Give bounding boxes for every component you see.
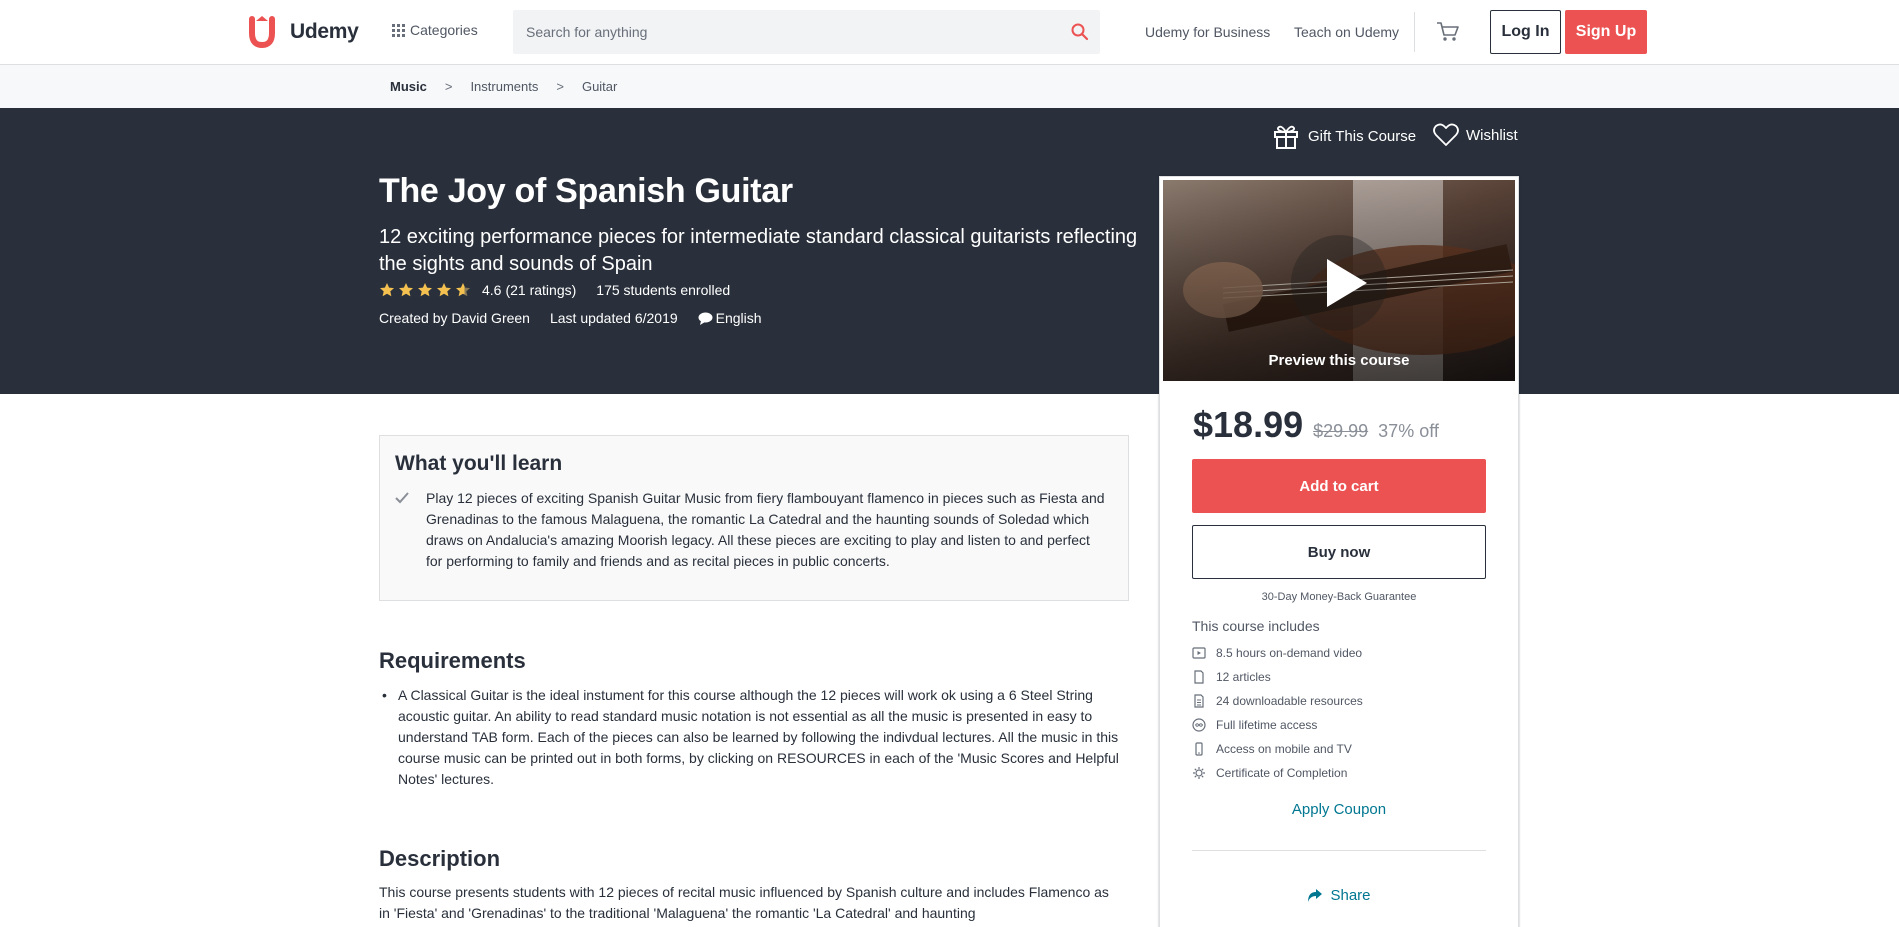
include-item: Full lifetime access bbox=[1192, 713, 1363, 737]
include-item: Access on mobile and TV bbox=[1192, 737, 1363, 761]
breadcrumb: Music > Instruments > Guitar bbox=[390, 79, 617, 94]
star-icon bbox=[437, 283, 451, 297]
rating-value: 4.6 bbox=[482, 282, 502, 298]
include-label: Full lifetime access bbox=[1216, 718, 1318, 732]
money-back-guarantee: 30-Day Money-Back Guarantee bbox=[1261, 591, 1417, 603]
mobile-icon bbox=[1195, 742, 1203, 756]
breadcrumb-item-instruments[interactable]: Instruments bbox=[470, 79, 538, 94]
add-to-cart-button[interactable]: Add to cart bbox=[1192, 459, 1486, 513]
header-divider bbox=[1414, 12, 1415, 52]
udemy-logo[interactable]: Udemy bbox=[248, 14, 359, 50]
gift-icon bbox=[1274, 125, 1298, 149]
star-icon bbox=[380, 283, 394, 297]
requirement-text: A Classical Guitar is the ideal instumen… bbox=[398, 687, 1119, 787]
rating-count[interactable]: (21 ratings) bbox=[505, 282, 576, 298]
includes-title: This course includes bbox=[1192, 618, 1320, 634]
include-label: 8.5 hours on-demand video bbox=[1216, 646, 1363, 660]
certificate-icon bbox=[1193, 767, 1205, 779]
language-info: English bbox=[698, 310, 762, 326]
learn-item-text: Play 12 pieces of exciting Spanish Guita… bbox=[426, 490, 1105, 569]
course-title: The Joy of Spanish Guitar bbox=[379, 172, 793, 210]
description-title: Description bbox=[379, 846, 501, 871]
infinity-icon bbox=[1192, 718, 1206, 732]
star-icon bbox=[399, 283, 413, 297]
article-icon bbox=[1194, 670, 1204, 684]
include-label: Access on mobile and TV bbox=[1216, 742, 1352, 756]
breadcrumb-separator: > bbox=[444, 79, 453, 94]
include-item: 12 articles bbox=[1192, 665, 1363, 689]
video-icon bbox=[1192, 647, 1206, 659]
learn-item: Play 12 pieces of exciting Spanish Guita… bbox=[395, 488, 1110, 572]
breadcrumb-item-guitar[interactable]: Guitar bbox=[582, 79, 617, 94]
logo-text: Udemy bbox=[290, 20, 359, 43]
bullet-icon: • bbox=[382, 687, 387, 703]
include-item: 24 downloadable resources bbox=[1192, 689, 1363, 713]
cart-icon[interactable] bbox=[1436, 21, 1460, 43]
purchase-card: Preview this course $18.99 $29.99 37% of… bbox=[1159, 176, 1519, 927]
star-icon bbox=[418, 283, 432, 297]
language-label: English bbox=[715, 310, 762, 326]
course-meta: Created by David Green Last updated 6/20… bbox=[379, 310, 782, 326]
include-item: 8.5 hours on-demand video bbox=[1192, 641, 1363, 665]
udemy-logo-icon bbox=[249, 16, 275, 49]
wishlist-label: Wishlist bbox=[1466, 126, 1518, 144]
description-text: This course presents students with 12 pi… bbox=[379, 884, 1109, 921]
include-label: 24 downloadable resources bbox=[1216, 694, 1363, 708]
breadcrumb-item-music[interactable]: Music bbox=[390, 79, 427, 94]
last-updated: Last updated 6/2019 bbox=[549, 310, 678, 326]
speech-bubble-icon bbox=[698, 312, 713, 325]
breadcrumb-bar: Music > Instruments > Guitar bbox=[0, 65, 1899, 108]
include-label: Certificate of Completion bbox=[1216, 766, 1348, 780]
course-subtitle: 12 exciting performance pieces for inter… bbox=[379, 226, 1138, 275]
what-you-will-learn: What you'll learn Play 12 pieces of exci… bbox=[379, 435, 1129, 601]
learn-title: What you'll learn bbox=[395, 452, 563, 475]
buy-now-button[interactable]: Buy now bbox=[1192, 525, 1486, 579]
top-header: Udemy Categories Udemy for Business Teac… bbox=[0, 0, 1899, 65]
file-icon bbox=[1194, 694, 1204, 708]
login-button[interactable]: Log In bbox=[1490, 10, 1561, 54]
checkmark-icon bbox=[395, 492, 409, 504]
star-icon bbox=[456, 283, 470, 297]
star-rating bbox=[379, 282, 474, 298]
course-rating: 4.6 (21 ratings) 175 students enrolled bbox=[379, 282, 730, 298]
signup-button[interactable]: Sign Up bbox=[1565, 10, 1647, 54]
gift-course-label: Gift This Course bbox=[1308, 127, 1417, 145]
teach-on-udemy-link[interactable]: Teach on Udemy bbox=[1294, 24, 1399, 40]
heart-icon bbox=[1433, 123, 1459, 146]
share-label: Share bbox=[1330, 887, 1371, 904]
discount-percent: 37% off bbox=[1378, 421, 1439, 441]
search-input[interactable] bbox=[513, 10, 1053, 54]
students-enrolled: 175 students enrolled bbox=[596, 282, 731, 298]
categories-label: Categories bbox=[410, 22, 478, 38]
preview-label: Preview this course bbox=[1268, 352, 1410, 369]
search-bar bbox=[513, 10, 1100, 54]
search-icon[interactable] bbox=[1070, 22, 1090, 42]
original-price: $29.99 bbox=[1313, 421, 1369, 441]
play-button[interactable] bbox=[1291, 235, 1387, 331]
requirements-title: Requirements bbox=[379, 648, 526, 673]
price-block: $18.99 $29.99 37% off bbox=[1193, 404, 1439, 446]
apply-coupon-link[interactable]: Apply Coupon bbox=[1192, 801, 1486, 818]
gift-course-button[interactable]: Gift This Course bbox=[1272, 123, 1416, 149]
play-icon bbox=[1327, 259, 1367, 307]
card-divider bbox=[1192, 850, 1486, 851]
udemy-for-business-link[interactable]: Udemy for Business bbox=[1145, 24, 1270, 40]
course-preview[interactable]: Preview this course bbox=[1163, 180, 1515, 381]
wishlist-button[interactable]: Wishlist bbox=[1433, 123, 1518, 147]
current-price: $18.99 bbox=[1193, 404, 1304, 445]
requirements-list: • A Classical Guitar is the ideal instum… bbox=[379, 685, 1124, 790]
categories-menu[interactable]: Categories bbox=[392, 22, 478, 38]
breadcrumb-separator: > bbox=[556, 79, 564, 94]
includes-list: 8.5 hours on-demand video 12 articles 24… bbox=[1192, 641, 1363, 785]
created-by[interactable]: Created by David Green bbox=[379, 310, 530, 326]
share-icon bbox=[1308, 888, 1323, 902]
include-label: 12 articles bbox=[1216, 670, 1271, 684]
include-item: Certificate of Completion bbox=[1192, 761, 1363, 785]
grid-icon bbox=[392, 23, 405, 37]
requirement-item: • A Classical Guitar is the ideal instum… bbox=[379, 685, 1124, 790]
share-button[interactable]: Share bbox=[1192, 887, 1486, 904]
